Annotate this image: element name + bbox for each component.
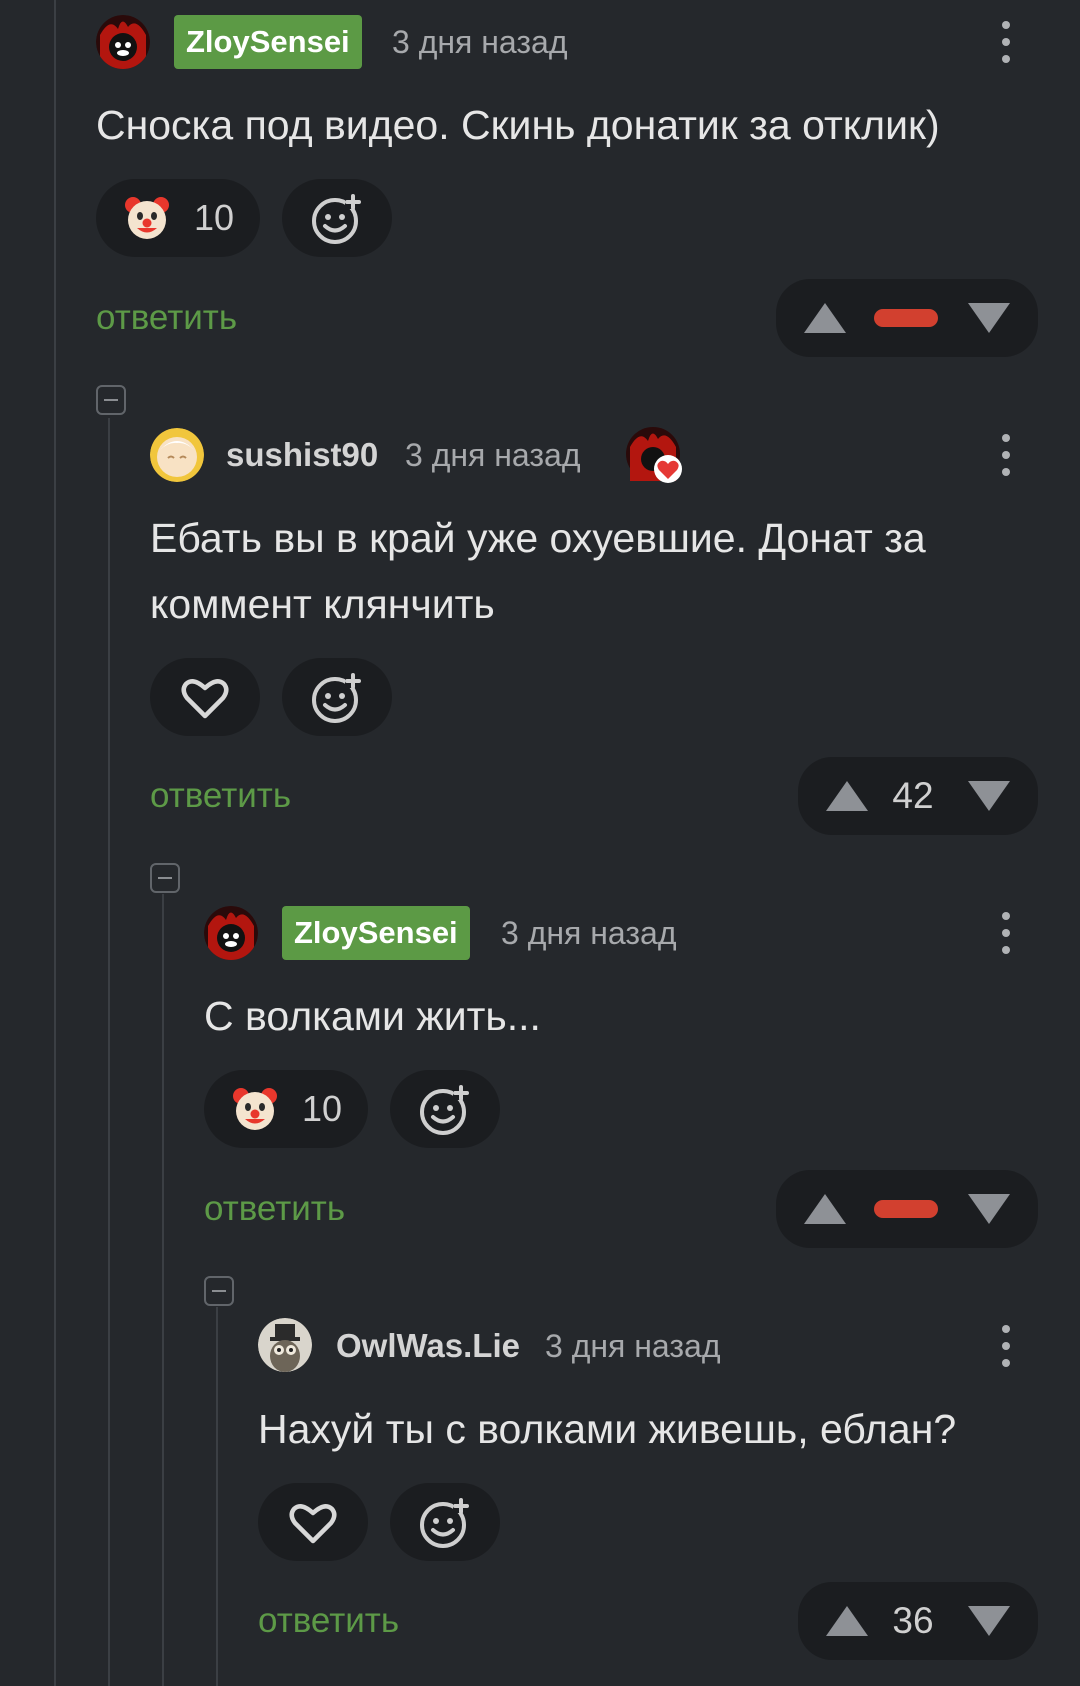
add-emoji-icon bbox=[417, 1497, 473, 1554]
rating-score: 42 bbox=[892, 775, 934, 816]
downvote-icon[interactable] bbox=[966, 779, 1012, 818]
author-badge[interactable]: ZloySensei bbox=[174, 15, 362, 69]
reactor-avatar-with-heart-icon bbox=[626, 427, 682, 483]
collapse-thread-button[interactable] bbox=[204, 1276, 234, 1306]
collapse-thread-button[interactable] bbox=[150, 863, 180, 893]
avatar[interactable] bbox=[150, 428, 204, 482]
username[interactable]: sushist90 bbox=[226, 435, 378, 475]
comment-time: 3 дня назад bbox=[405, 437, 581, 473]
more-options-icon[interactable] bbox=[991, 908, 1021, 958]
comment-time: 3 дня назад bbox=[392, 24, 568, 60]
avatar[interactable] bbox=[204, 906, 258, 960]
reaction-button[interactable]: 10 bbox=[204, 1070, 368, 1148]
thread-line bbox=[108, 418, 110, 1686]
add-reaction-button[interactable] bbox=[390, 1483, 500, 1561]
reply-link[interactable]: ответить bbox=[258, 1599, 399, 1643]
more-options-icon[interactable] bbox=[991, 1321, 1021, 1371]
comment-time: 3 дня назад bbox=[501, 915, 677, 951]
thread-line bbox=[216, 1307, 218, 1686]
rating-box bbox=[776, 1170, 1038, 1248]
negative-rating-indicator bbox=[874, 309, 938, 327]
upvote-icon[interactable] bbox=[824, 1604, 870, 1643]
add-emoji-icon bbox=[417, 1084, 473, 1141]
like-button[interactable] bbox=[150, 658, 260, 736]
add-reaction-button[interactable] bbox=[390, 1070, 500, 1148]
thread-line bbox=[162, 894, 164, 1686]
downvote-icon[interactable] bbox=[966, 1192, 1012, 1231]
add-reaction-button[interactable] bbox=[282, 658, 392, 736]
author-badge[interactable]: ZloySensei bbox=[282, 906, 470, 960]
thread-line bbox=[54, 0, 56, 1686]
avatar[interactable] bbox=[258, 1318, 312, 1372]
reply-link[interactable]: ответить bbox=[204, 1187, 345, 1231]
comment-text: Ебать вы в край уже охуевшие. Донат за к… bbox=[150, 515, 926, 627]
more-options-icon[interactable] bbox=[991, 430, 1021, 480]
reaction-button[interactable]: 10 bbox=[96, 179, 260, 257]
downvote-icon[interactable] bbox=[966, 1604, 1012, 1643]
reply-link[interactable]: ответить bbox=[150, 774, 291, 818]
comment-text: Нахуй ты с волками живешь, еблан? bbox=[258, 1406, 957, 1452]
rating-box bbox=[776, 279, 1038, 357]
like-button[interactable] bbox=[258, 1483, 368, 1561]
comment-text: С волками жить... bbox=[204, 993, 541, 1039]
upvote-icon[interactable] bbox=[802, 301, 848, 340]
heart-icon bbox=[180, 676, 230, 725]
rating-box: 36 bbox=[798, 1582, 1038, 1660]
add-emoji-icon bbox=[309, 193, 365, 250]
upvote-icon[interactable] bbox=[802, 1192, 848, 1231]
reaction-count: 10 bbox=[302, 1088, 343, 1129]
comment-text: Сноска под видео. Скинь донатик за откли… bbox=[96, 102, 940, 148]
clown-emoji-icon bbox=[232, 1086, 278, 1132]
rating-score: 36 bbox=[892, 1600, 934, 1641]
negative-rating-indicator bbox=[874, 1200, 938, 1218]
heart-icon bbox=[288, 1501, 338, 1550]
reaction-count: 10 bbox=[194, 197, 235, 238]
clown-emoji-icon bbox=[124, 195, 170, 241]
collapse-thread-button[interactable] bbox=[96, 385, 126, 415]
add-reaction-button[interactable] bbox=[282, 179, 392, 257]
reply-link[interactable]: ответить bbox=[96, 296, 237, 340]
rating-box: 42 bbox=[798, 757, 1038, 835]
more-options-icon[interactable] bbox=[991, 17, 1021, 67]
add-emoji-icon bbox=[309, 672, 365, 729]
username[interactable]: OwlWas.Lie bbox=[336, 1326, 520, 1366]
upvote-icon[interactable] bbox=[824, 779, 870, 818]
comment-time: 3 дня назад bbox=[545, 1328, 721, 1364]
downvote-icon[interactable] bbox=[966, 301, 1012, 340]
avatar[interactable] bbox=[96, 15, 150, 69]
